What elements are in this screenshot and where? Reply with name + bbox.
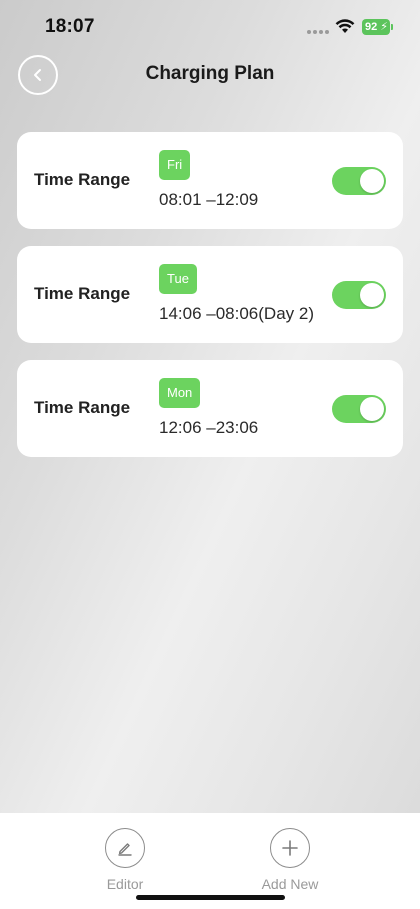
day-badge: Tue — [159, 264, 197, 294]
add-new-label: Add New — [261, 876, 319, 892]
plan-card[interactable]: Time Range Mon 12:06 –23:06 — [17, 360, 403, 457]
plus-icon — [282, 840, 298, 856]
battery-indicator: 92 ⚡ — [362, 19, 390, 35]
plan-card[interactable]: Time Range Tue 14:06 –08:06(Day 2) — [17, 246, 403, 343]
plan-toggle[interactable] — [332, 167, 386, 195]
editor-label: Editor — [106, 876, 144, 892]
plan-card[interactable]: Time Range Fri 08:01 –12:09 — [17, 132, 403, 229]
bolt-icon: ⚡ — [380, 21, 388, 33]
plan-toggle[interactable] — [332, 281, 386, 309]
signal-icon — [307, 30, 329, 34]
plan-label: Time Range — [34, 398, 131, 417]
home-indicator — [136, 895, 285, 900]
add-new-button[interactable]: Add New — [245, 828, 335, 892]
day-badge: Fri — [159, 150, 191, 180]
toggle-knob — [360, 169, 384, 193]
status-bar: 18:07 92 ⚡ — [0, 0, 420, 54]
time-range-text: 12:06 –23:06 — [159, 418, 259, 437]
day-badge: Mon — [159, 378, 201, 408]
editor-icon-circle — [105, 828, 145, 868]
toggle-knob — [360, 397, 384, 421]
toggle-knob — [360, 283, 384, 307]
editor-button[interactable]: Editor — [80, 828, 170, 892]
add-new-icon-circle — [270, 828, 310, 868]
pencil-icon — [118, 843, 132, 856]
plan-list: Time Range Fri 08:01 –12:09 Time Range T… — [17, 132, 403, 474]
battery-level: 92 — [365, 21, 378, 33]
wifi-icon — [335, 19, 355, 33]
page-title: Charging Plan — [145, 63, 275, 84]
plan-toggle[interactable] — [332, 395, 386, 423]
battery-cap — [391, 24, 393, 30]
time-range-text: 14:06 –08:06(Day 2) — [159, 304, 314, 323]
time-range-text: 08:01 –12:09 — [159, 190, 259, 209]
plan-label: Time Range — [34, 170, 131, 189]
status-time: 18:07 — [45, 16, 95, 37]
plan-label: Time Range — [34, 284, 131, 303]
